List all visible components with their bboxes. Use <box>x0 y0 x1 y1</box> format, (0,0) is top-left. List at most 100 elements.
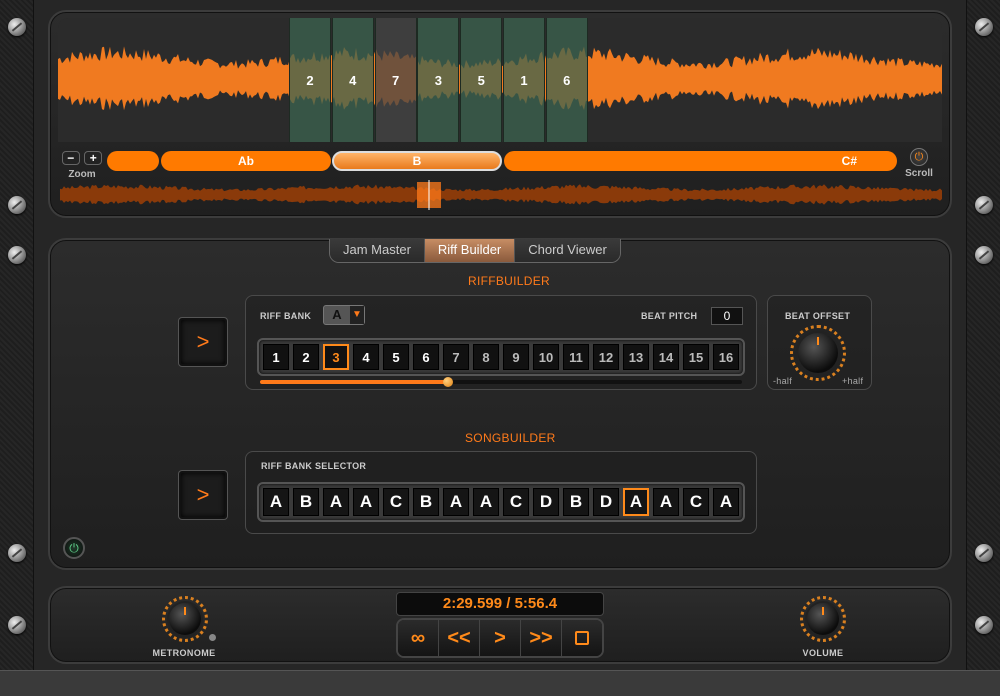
beat-offset-min-label: -half <box>773 376 793 386</box>
song-sequence-cell[interactable]: A <box>473 488 499 516</box>
tab-chord-viewer[interactable]: Chord Viewer <box>515 239 620 262</box>
segment-marker[interactable]: 7 <box>374 18 417 142</box>
metronome-knob[interactable] <box>169 603 201 635</box>
song-sequence-cell[interactable]: C <box>683 488 709 516</box>
song-sequence-cell[interactable]: A <box>653 488 679 516</box>
screw-icon <box>8 616 26 634</box>
riff-step-cell[interactable]: 2 <box>293 344 319 370</box>
overview-waveform[interactable] <box>60 180 942 210</box>
scroll-label: Scroll <box>905 168 933 179</box>
riff-step-cell[interactable]: 11 <box>563 344 589 370</box>
beat-pitch-input[interactable]: 0 <box>711 307 743 325</box>
segment-marker[interactable]: 6 <box>545 18 588 142</box>
riff-step-cell[interactable]: 14 <box>653 344 679 370</box>
song-sequence-cell[interactable]: A <box>263 488 289 516</box>
zoom-out-button[interactable]: − <box>61 151 80 165</box>
song-play-button[interactable]: > <box>179 471 227 519</box>
riff-step-strip: 1 2 3 4 5 6 7 8 9 10 11 12 13 14 15 16 <box>257 338 745 376</box>
song-sequence-cell[interactable]: A <box>353 488 379 516</box>
key-track: Ab B C# <box>107 151 897 171</box>
tab-jam-master[interactable]: Jam Master <box>330 239 425 262</box>
riff-bank-selector-label: RIFF BANK SELECTOR <box>261 461 367 471</box>
riff-step-cell[interactable]: 8 <box>473 344 499 370</box>
screw-icon <box>8 544 26 562</box>
tab-riff-builder[interactable]: Riff Builder <box>424 239 516 262</box>
waveform-view[interactable]: 2473516 <box>58 18 942 142</box>
scroll-control: ⏻ Scroll <box>899 148 939 179</box>
chevron-down-icon[interactable]: ▼ <box>350 306 364 324</box>
segment-marker[interactable]: 3 <box>417 18 460 142</box>
zoom-control: − + Zoom <box>61 149 103 180</box>
overview-graphic <box>60 180 942 210</box>
riff-bank-label: RIFF BANK <box>260 311 312 321</box>
key-segment[interactable]: C# <box>504 151 897 171</box>
key-segment[interactable]: Ab <box>161 151 331 171</box>
song-sequence-cell[interactable]: D <box>533 488 559 516</box>
rewind-button[interactable]: << <box>439 620 480 656</box>
knob-indicator <box>822 607 824 615</box>
song-sequence-cell[interactable]: A <box>443 488 469 516</box>
segment-marker[interactable]: 2 <box>289 18 331 142</box>
riff-step-cell[interactable]: 12 <box>593 344 619 370</box>
segment-marker[interactable]: 4 <box>331 18 374 142</box>
song-sequence-cell[interactable]: B <box>413 488 439 516</box>
slider-fill <box>260 380 448 384</box>
riff-step-cell[interactable]: 10 <box>533 344 559 370</box>
key-segment[interactable] <box>107 151 159 171</box>
song-sequence-cell[interactable]: D <box>593 488 619 516</box>
riff-step-cell[interactable]: 16 <box>713 344 739 370</box>
songbuilder-title: SONGBUILDER <box>465 431 556 445</box>
riff-step-cell[interactable]: 1 <box>263 344 289 370</box>
knob-indicator <box>817 337 819 345</box>
song-sequence-cell[interactable]: C <box>503 488 529 516</box>
riff-bank-dropdown[interactable]: A ▼ <box>323 305 365 325</box>
screw-icon <box>975 544 993 562</box>
song-sequence-cell[interactable]: A <box>323 488 349 516</box>
song-sequence-cell[interactable]: A <box>713 488 739 516</box>
screw-icon <box>975 196 993 214</box>
riff-bank-value: A <box>332 307 342 322</box>
riff-play-button[interactable]: > <box>179 318 227 366</box>
knob-indicator <box>184 607 186 615</box>
beat-offset-knob[interactable] <box>798 333 838 373</box>
segment-marker[interactable]: 1 <box>503 18 545 142</box>
song-sequence-cell[interactable]: B <box>293 488 319 516</box>
riff-step-cell[interactable]: 6 <box>413 344 439 370</box>
waveform-shape <box>60 184 942 205</box>
zoom-label: Zoom <box>68 169 96 180</box>
metronome-led-icon <box>209 634 216 641</box>
riff-step-cell[interactable]: 13 <box>623 344 649 370</box>
screw-icon <box>975 616 993 634</box>
stop-button[interactable] <box>562 620 602 656</box>
power-icon[interactable]: ⏻ <box>63 537 85 559</box>
screw-icon <box>8 246 26 264</box>
play-button[interactable]: > <box>480 620 521 656</box>
riff-step-cell[interactable]: 9 <box>503 344 529 370</box>
riff-step-cell[interactable]: 5 <box>383 344 409 370</box>
screw-icon <box>975 18 993 36</box>
song-sequence-cell[interactable]: C <box>383 488 409 516</box>
riff-progress-slider[interactable] <box>260 377 742 387</box>
status-bar <box>0 670 1000 696</box>
riff-step-cell[interactable]: 3 <box>323 344 349 370</box>
beat-pitch-label: BEAT PITCH <box>641 311 698 321</box>
zoom-in-button[interactable]: + <box>84 151 103 165</box>
riff-step-cell[interactable]: 7 <box>443 344 469 370</box>
song-sequence-cell[interactable]: B <box>563 488 589 516</box>
loop-button[interactable]: ∞ <box>398 620 439 656</box>
volume-knob[interactable] <box>807 603 839 635</box>
tab-bar: Jam Master Riff Builder Chord Viewer <box>329 239 621 263</box>
screw-icon <box>8 18 26 36</box>
rack-rail-right <box>966 0 1000 670</box>
riffbuilder-title: RIFFBUILDER <box>468 274 550 288</box>
beat-offset-label: BEAT OFFSET <box>785 311 851 321</box>
slider-thumb[interactable] <box>442 377 453 387</box>
fast-forward-button[interactable]: >> <box>521 620 562 656</box>
song-sequence-cell[interactable]: A <box>623 488 649 516</box>
segment-marker[interactable]: 5 <box>460 18 503 142</box>
app-window: 2473516 − + Zoom Ab B C# ⏻ Scroll Jam Ma… <box>0 0 1000 696</box>
scroll-toggle-icon[interactable]: ⏻ <box>910 148 928 166</box>
key-segment-selected[interactable]: B <box>332 151 502 171</box>
riff-step-cell[interactable]: 4 <box>353 344 379 370</box>
riff-step-cell[interactable]: 15 <box>683 344 709 370</box>
